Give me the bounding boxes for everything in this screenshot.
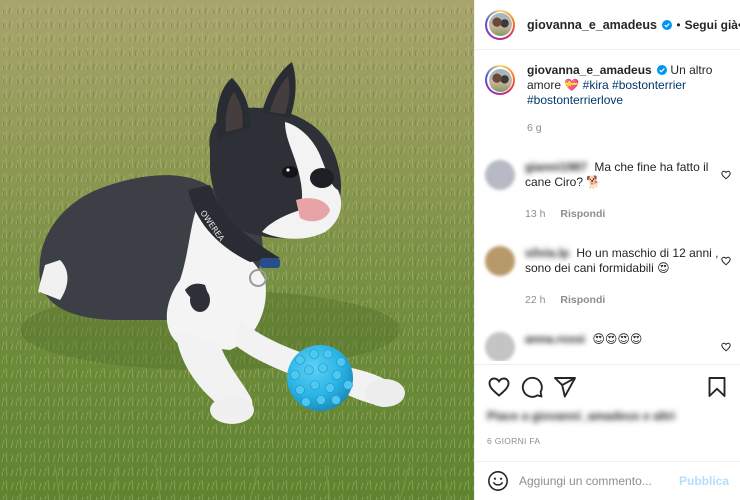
share-icon[interactable] [553,375,577,399]
hashtag-bostonterrierlove[interactable]: #bostonterrierlove [527,93,623,107]
caption-time: 6 g [527,122,542,134]
reply-button[interactable]: Rispondi [560,294,605,306]
comment-emoji: 😍😍😍😍 [592,332,643,346]
commenter-username[interactable]: silvia.lp [525,246,569,261]
comment-item: gianni1987 Ma che fine ha fatto il cane … [485,160,731,222]
post-date: 6 GIORNI FA [487,436,541,446]
comment-item: silvia.lp Ho un maschio di 12 anni , son… [485,246,731,308]
add-comment-bar: Pubblica [475,461,740,500]
author-avatar[interactable] [485,9,515,40]
commenter-avatar[interactable] [485,246,515,276]
comment-emoji: 🐕 [586,175,602,189]
commenter-avatar[interactable] [485,160,515,190]
comment-like-heart-icon[interactable] [721,342,731,352]
publish-button[interactable]: Pubblica [679,474,729,488]
post-side-panel: giovanna_e_amadeus • Segui già giovanna_… [474,0,740,500]
caption-emoji: 💝 [564,78,580,92]
add-comment-input[interactable] [519,474,679,488]
dog-photo-illustration: OWEREA [0,0,474,500]
post-actions-bar [475,364,740,404]
comment-item: anna.rossi 😍😍😍😍 [485,332,731,361]
verified-icon [662,19,673,30]
comment-time: 13 h [525,208,546,220]
commenter-avatar[interactable] [485,332,515,361]
commenter-username[interactable]: anna.rossi [525,332,585,347]
hashtag-kira[interactable]: #kira [583,78,609,92]
reply-button[interactable]: Rispondi [560,208,605,220]
caption-username[interactable]: giovanna_e_amadeus [527,63,652,77]
comment-icon[interactable] [520,375,544,399]
post-photo[interactable]: OWEREA [0,0,474,500]
comment-like-heart-icon[interactable] [721,170,731,180]
commenter-username[interactable]: gianni1987 [525,160,587,175]
comments-list[interactable]: giovanna_e_amadeus Un altro amore 💝 #kir… [475,51,740,361]
hashtag-bostonterrier[interactable]: #bostonterrier [612,78,686,92]
comment-time: 22 h [525,294,546,306]
emoji-icon[interactable] [487,470,509,492]
bookmark-icon[interactable] [705,375,729,399]
verified-icon [657,65,668,75]
caption: giovanna_e_amadeus Un altro amore 💝 #kir… [485,63,731,136]
comment-emoji: 😍 [657,261,670,275]
comment-like-heart-icon[interactable] [721,256,731,266]
post-header: giovanna_e_amadeus • Segui già [475,0,740,50]
following-button[interactable]: Segui già [685,18,738,32]
likes-text: Piace a giovanni_amadeus e altri [487,409,676,423]
likes-summary[interactable]: Piace a giovanni_amadeus e altri [487,407,675,423]
author-username[interactable]: giovanna_e_amadeus [527,18,657,32]
caption-avatar[interactable] [485,65,515,95]
separator-dot: • [676,17,681,32]
heart-icon[interactable] [487,375,511,399]
